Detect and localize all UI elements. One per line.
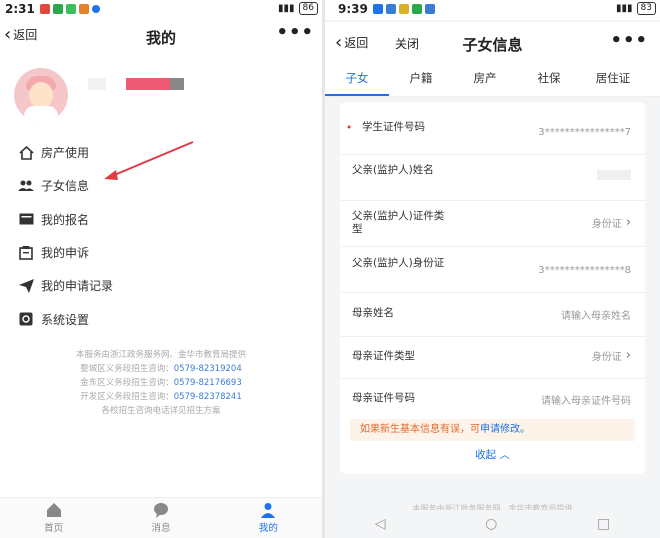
- chevron-right-icon: ›: [625, 215, 631, 230]
- gear-icon: [18, 311, 34, 327]
- more-icon[interactable]: •••: [610, 30, 648, 51]
- field-label: 父亲(监护人)证件类型: [352, 210, 445, 235]
- field-value[interactable]: 身份证 ›: [592, 215, 631, 230]
- menu-item-label: 我的报名: [41, 212, 90, 227]
- field-value: [597, 170, 631, 180]
- menu-item-complaint[interactable]: 我的申诉: [18, 236, 113, 269]
- battery-icon: 83: [636, 2, 656, 15]
- right-screen: 9:39 ▮▮▮ 83 ‹ 返回 关闭 子女信息 ••• 子女 户籍 房产 社保…: [325, 0, 660, 538]
- form-row[interactable]: 父亲(监护人)姓名: [340, 154, 645, 201]
- menu-item-settings[interactable]: 系统设置: [18, 302, 113, 335]
- system-status: ▮▮▮ 83: [616, 2, 656, 15]
- home-icon: [46, 503, 61, 517]
- complaint-icon: [18, 245, 34, 261]
- phone-link[interactable]: 0579-82319204: [174, 364, 242, 374]
- tab-social-security[interactable]: 社保: [517, 62, 581, 96]
- field-input[interactable]: 请输入母亲证件号码: [541, 392, 631, 407]
- tab-children[interactable]: 子女: [325, 62, 389, 96]
- status-app-icons: [373, 4, 435, 14]
- menu-item-label: 我的申诉: [41, 246, 90, 261]
- app-notification-icon: [399, 4, 409, 14]
- field-value: 3****************8: [538, 265, 631, 276]
- tab-residence-permit[interactable]: 居住证: [581, 62, 645, 96]
- signal-icon: ▮▮▮: [616, 3, 633, 14]
- status-bar: 9:39 ▮▮▮ 83: [325, 0, 660, 20]
- phone-link[interactable]: 0579-82176693: [174, 378, 242, 388]
- category-tabs: 子女 户籍 房产 社保 居住证: [325, 62, 660, 97]
- field-value[interactable]: 身份证 ›: [592, 348, 631, 363]
- form-row[interactable]: 母亲姓名 请输入母亲姓名: [340, 292, 645, 337]
- recent-square-icon[interactable]: □: [597, 516, 610, 532]
- field-label: 母亲证件类型: [352, 350, 415, 362]
- message-icon: [153, 503, 168, 518]
- menu-item-label: 我的申请记录: [41, 279, 114, 294]
- chevron-right-icon: ›: [625, 348, 631, 363]
- card-icon: [18, 211, 34, 227]
- collapse-button[interactable]: 收起 ︿: [340, 447, 645, 462]
- form-row[interactable]: 母亲证件类型 身份证 ›: [340, 336, 645, 379]
- app-notification-icon: [412, 4, 422, 14]
- apply-correction-link[interactable]: 申请修改。: [480, 424, 530, 435]
- app-notification-icon: [425, 4, 435, 14]
- home-circle-icon[interactable]: ○: [485, 516, 497, 532]
- tab-household[interactable]: 户籍: [389, 62, 453, 96]
- field-input[interactable]: 请输入母亲姓名: [561, 307, 631, 322]
- field-label: 父亲(监护人)身份证: [352, 257, 445, 269]
- menu-item-registration[interactable]: 我的报名: [18, 203, 113, 236]
- app-notification-icon: [373, 4, 383, 14]
- field-label: 母亲证件号码: [352, 392, 415, 404]
- field-label: 学生证件号码: [362, 121, 425, 133]
- annotation-arrow: [104, 141, 194, 180]
- back-triangle-icon[interactable]: ◁: [375, 516, 386, 532]
- user-icon: [261, 503, 276, 518]
- send-icon: [18, 278, 34, 294]
- form-row[interactable]: 母亲证件号码 请输入母亲证件号码: [340, 378, 645, 414]
- nav-bar: ‹ 返回 关闭 子女信息 •••: [325, 22, 660, 62]
- form-row[interactable]: 父亲(监护人)身份证 3****************8: [340, 246, 645, 293]
- menu-item-label: 系统设置: [41, 312, 90, 327]
- form-row[interactable]: 父亲(监护人)证件类型 身份证 ›: [340, 200, 645, 247]
- required-mark: •: [346, 122, 353, 134]
- info-card: • 学生证件号码 3****************7 父亲(监护人)姓名 父亲…: [340, 102, 645, 474]
- form-row[interactable]: • 学生证件号码 3****************7: [340, 102, 645, 155]
- bottom-tab-bar: 首页 消息 我的: [0, 497, 322, 538]
- tab-home[interactable]: 首页: [0, 498, 107, 538]
- tab-property[interactable]: 房产: [453, 62, 517, 96]
- status-time: 9:39: [338, 2, 368, 16]
- field-value: 3****************7: [538, 127, 631, 138]
- chevron-up-icon: ︿: [499, 449, 510, 461]
- left-screen: 2:31 ▮▮▮ 86 ‹ 返回 我的 ••• 房产使用 子女信息 我的报名 我…: [0, 0, 322, 538]
- system-nav-bar: ◁ ○ □: [325, 510, 660, 538]
- service-footer: 本服务由浙江政务服务网、金华市教育局提供 婺城区义务段招生咨询：0579-823…: [75, 350, 246, 416]
- field-label: 父亲(监护人)姓名: [352, 164, 434, 176]
- app-notification-icon: [386, 4, 396, 14]
- phone-link[interactable]: 0579-82378241: [174, 392, 242, 402]
- menu-item-records[interactable]: 我的申请记录: [18, 269, 113, 302]
- field-label: 母亲姓名: [352, 307, 394, 319]
- tab-mine[interactable]: 我的: [215, 498, 322, 538]
- tab-messages[interactable]: 消息: [107, 498, 214, 538]
- correction-notice: 如果新生基本信息有误，可申请修改。: [350, 419, 635, 441]
